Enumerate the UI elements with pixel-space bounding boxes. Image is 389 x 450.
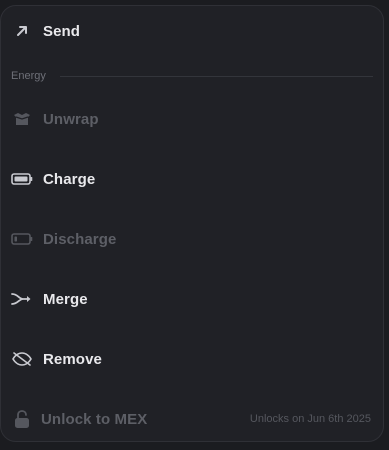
unlock-date-note: Unlocks on Jun 6th 2025 [249, 413, 371, 425]
arrow-up-right-icon [11, 22, 33, 40]
merge-menu-item[interactable]: Merge [1, 279, 383, 319]
box-icon [11, 110, 33, 128]
energy-section-header: Energy [11, 68, 373, 84]
unlock-label: Unlock to MEX [41, 410, 148, 428]
merge-label: Merge [43, 290, 88, 308]
send-label: Send [43, 22, 81, 40]
send-menu-item[interactable]: Send [1, 11, 383, 51]
eye-off-icon [11, 350, 33, 368]
discharge-label: Discharge [43, 230, 117, 248]
merge-icon [11, 290, 33, 308]
charge-menu-item[interactable]: Charge [1, 159, 383, 199]
battery-full-icon [11, 170, 33, 188]
unwrap-menu-item[interactable]: Unwrap [1, 99, 383, 139]
discharge-menu-item[interactable]: Discharge [1, 219, 383, 259]
unwrap-label: Unwrap [43, 110, 99, 128]
section-divider [59, 75, 373, 77]
unlock-to-mex-menu-item[interactable]: Unlock to MEX Unlocks on Jun 6th 2025 [1, 399, 383, 439]
section-title: Energy [11, 70, 46, 82]
remove-label: Remove [43, 350, 102, 368]
actions-menu-panel: Send Energy Unwrap Charge Discharge Merg… [0, 5, 384, 442]
remove-menu-item[interactable]: Remove [1, 339, 383, 379]
lock-icon [11, 410, 33, 428]
charge-label: Charge [43, 170, 96, 188]
battery-low-icon [11, 230, 33, 248]
